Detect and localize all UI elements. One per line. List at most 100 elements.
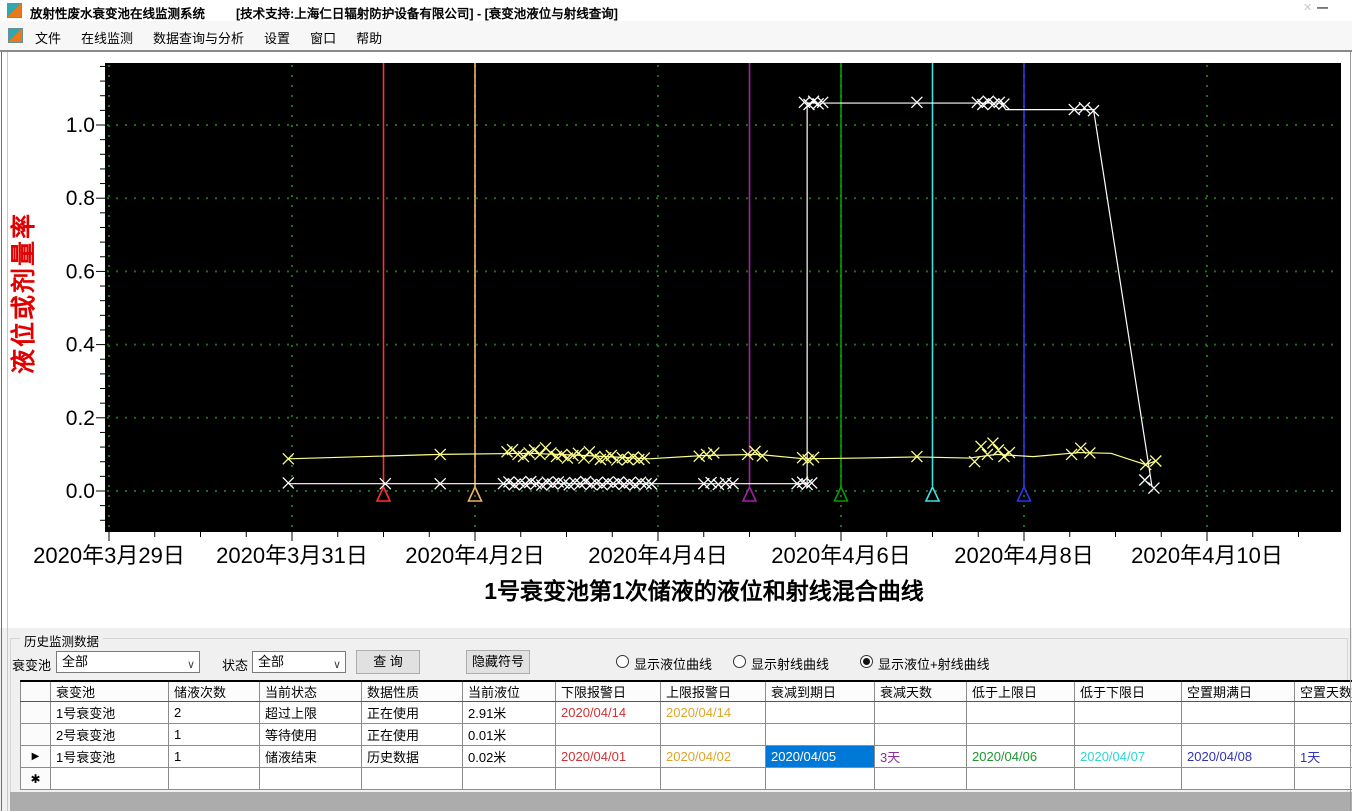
column-header-5[interactable]: 下限报警日 [555, 680, 661, 702]
svg-text:2020年4月6日: 2020年4月6日 [771, 543, 910, 568]
table-cell[interactable]: 2020/04/06 [966, 745, 1075, 768]
table-cell[interactable] [966, 767, 1075, 790]
table-cell[interactable]: 超过上限 [259, 701, 362, 724]
table-cell[interactable]: 2.91米 [462, 701, 556, 724]
table-cell[interactable]: 1 [168, 723, 260, 746]
app-icon [7, 3, 22, 18]
row-header[interactable] [20, 701, 51, 724]
window-border-left-inner [7, 52, 8, 811]
table-cell[interactable] [765, 723, 875, 746]
table-cell[interactable] [660, 723, 766, 746]
table-cell[interactable] [874, 723, 967, 746]
table-cell[interactable]: 2020/04/01 [555, 745, 661, 768]
current-row-indicator[interactable]: ▶ [20, 745, 51, 768]
table-cell[interactable]: 3天 [874, 745, 967, 768]
table-cell[interactable]: 等待使用 [259, 723, 362, 746]
table-cell[interactable] [555, 767, 661, 790]
menu-item-3[interactable]: 设置 [254, 21, 300, 50]
app-title: 放射性废水衰变池在线监测系统 [30, 7, 206, 21]
radio-show-level-curve[interactable] [616, 655, 629, 668]
column-header-12[interactable]: 空置天数 [1294, 680, 1352, 702]
table-cell[interactable] [361, 767, 463, 790]
column-header-3[interactable]: 数据性质 [361, 680, 463, 702]
table-cell[interactable] [168, 767, 260, 790]
table-cell[interactable]: 2020/04/14 [660, 701, 766, 724]
table-corner-header[interactable] [20, 680, 51, 702]
table-cell[interactable]: 正在使用 [361, 723, 463, 746]
table-cell[interactable]: 2020/04/07 [1074, 745, 1182, 768]
table-cell[interactable] [874, 767, 967, 790]
table-cell[interactable]: 历史数据 [361, 745, 463, 768]
table-cell[interactable] [50, 767, 169, 790]
table-background-area [10, 792, 1352, 811]
status-filter-dropdown[interactable]: 全部 ∨ [252, 651, 346, 673]
table-cell[interactable]: 1天 [1294, 745, 1352, 768]
table-cell[interactable] [555, 723, 661, 746]
table-cell[interactable] [1074, 767, 1182, 790]
table-cell[interactable] [1294, 767, 1352, 790]
menu-item-0[interactable]: 文件 [25, 21, 71, 50]
table-cell[interactable]: 0.01米 [462, 723, 556, 746]
table-cell[interactable]: 1 [168, 745, 260, 768]
column-header-1[interactable]: 储液次数 [168, 680, 260, 702]
chevron-down-icon: ∨ [186, 659, 195, 671]
table-cell[interactable] [966, 723, 1075, 746]
radio-show-level-ray-label: 显示液位+射线曲线 [878, 657, 990, 672]
table-cell[interactable] [1294, 701, 1352, 724]
svg-text:2020年4月10日: 2020年4月10日 [1131, 543, 1283, 568]
groupbox-title: 历史监测数据 [20, 631, 104, 650]
table-cell[interactable] [1294, 723, 1352, 746]
table-cell[interactable]: 0.02米 [462, 745, 556, 768]
table-cell[interactable] [1181, 767, 1295, 790]
row-header[interactable] [20, 723, 51, 746]
menu-items: 文件 在线监测 数据查询与分析 设置 窗口 帮助 [25, 21, 392, 50]
menu-item-2[interactable]: 数据查询与分析 [143, 21, 254, 50]
menu-item-5[interactable]: 帮助 [346, 21, 392, 50]
chart: 0.0 0.2 0.4 0.6 0.8 1.0 2020年3月29日 2020年3月31日 20… [9, 63, 1341, 604]
table-cell[interactable] [765, 767, 875, 790]
menu-item-4[interactable]: 窗口 [300, 21, 346, 50]
svg-text:0.6: 0.6 [66, 260, 95, 283]
column-header-9[interactable]: 低于上限日 [966, 680, 1075, 702]
pool-filter-dropdown[interactable]: 全部 ∨ [56, 651, 200, 673]
table-cell[interactable] [259, 767, 362, 790]
radio-show-level-ray-curve[interactable] [860, 655, 873, 668]
table-cell[interactable]: 储液结束 [259, 745, 362, 768]
table-cell[interactable] [765, 701, 875, 724]
svg-text:2020年4月2日: 2020年4月2日 [405, 543, 544, 568]
radio-show-ray-curve[interactable] [733, 655, 746, 668]
column-header-10[interactable]: 低于下限日 [1074, 680, 1182, 702]
table-cell[interactable] [874, 701, 967, 724]
table-cell[interactable] [1181, 701, 1295, 724]
minimize-icon[interactable]: — [1317, 1, 1328, 15]
column-header-7[interactable]: 衰减到期日 [765, 680, 875, 702]
column-header-4[interactable]: 当前液位 [462, 680, 556, 702]
table-cell[interactable]: 2 [168, 701, 260, 724]
query-button[interactable]: 查 询 [356, 650, 420, 674]
table-cell[interactable] [966, 701, 1075, 724]
column-header-0[interactable]: 衰变池 [50, 680, 169, 702]
svg-text:2020年4月4日: 2020年4月4日 [588, 543, 727, 568]
table-cell[interactable]: 2号衰变池 [50, 723, 169, 746]
column-header-2[interactable]: 当前状态 [259, 680, 362, 702]
table-cell[interactable] [660, 767, 766, 790]
menu-item-1[interactable]: 在线监测 [71, 21, 143, 50]
column-header-11[interactable]: 空置期满日 [1181, 680, 1295, 702]
column-header-6[interactable]: 上限报警日 [660, 680, 766, 702]
radio-show-ray-label: 显示射线曲线 [751, 657, 830, 672]
new-row-indicator[interactable]: ✱ [20, 767, 51, 790]
hide-symbols-button[interactable]: 隐藏符号 [466, 650, 530, 674]
close-icon[interactable]: ✕ [1303, 1, 1312, 15]
table-cell[interactable]: 1号衰变池 [50, 745, 169, 768]
table-cell[interactable]: 1号衰变池 [50, 701, 169, 724]
table-cell[interactable] [1181, 723, 1295, 746]
table-cell[interactable]: 2020/04/14 [555, 701, 661, 724]
table-cell[interactable] [1074, 723, 1182, 746]
selected-cell[interactable]: 2020/04/05 [765, 745, 875, 768]
table-cell[interactable]: 2020/04/08 [1181, 745, 1295, 768]
table-cell[interactable] [1074, 701, 1182, 724]
table-cell[interactable]: 2020/04/02 [660, 745, 766, 768]
table-cell[interactable] [462, 767, 556, 790]
table-cell[interactable]: 正在使用 [361, 701, 463, 724]
column-header-8[interactable]: 衰减天数 [874, 680, 967, 702]
